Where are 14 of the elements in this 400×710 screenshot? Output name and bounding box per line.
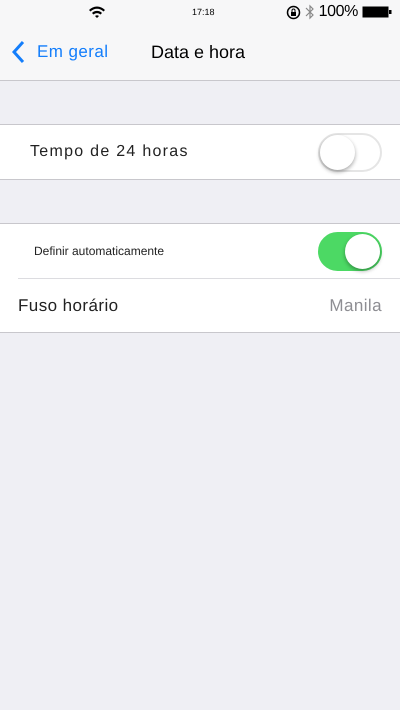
rotation-lock-icon — [286, 4, 301, 20]
bluetooth-icon — [304, 4, 315, 20]
battery-percent: 100% — [318, 2, 358, 22]
row-label: Tempo de 24 horas — [30, 142, 189, 162]
wifi-icon — [88, 5, 106, 19]
back-button[interactable]: Em geral — [0, 39, 108, 65]
status-time: 17:18 — [192, 6, 215, 19]
back-chevron-icon — [12, 40, 25, 64]
row-label: Definir automaticamente — [34, 243, 164, 260]
toggle-switch[interactable] — [318, 232, 382, 270]
row-value: Manila — [329, 294, 382, 317]
page-title: Data e hora — [151, 40, 246, 64]
row-label: Fuso horário — [18, 294, 119, 317]
battery-icon — [362, 6, 392, 18]
